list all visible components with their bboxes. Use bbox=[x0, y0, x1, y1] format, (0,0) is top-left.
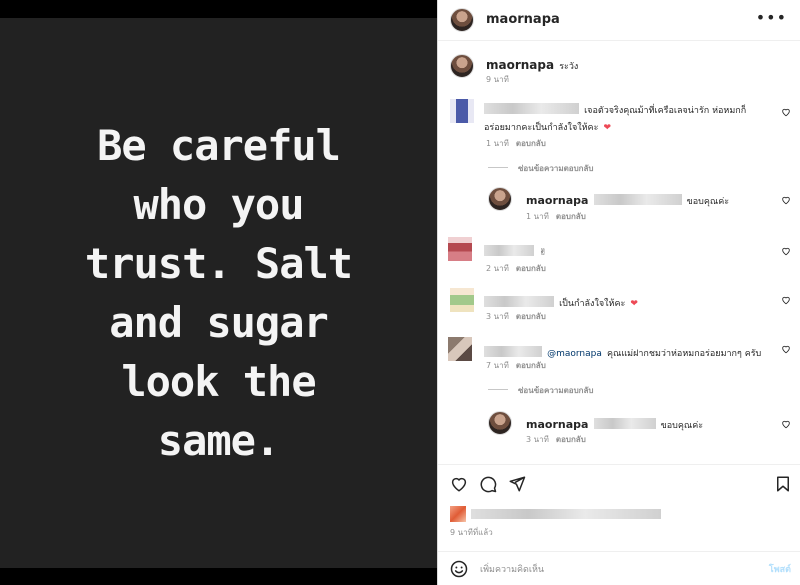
quote-line: trust. Salt bbox=[84, 239, 353, 288]
reply-meta: 1 นาที ตอบกลับ bbox=[526, 210, 586, 223]
reply-username[interactable]: maornapa bbox=[526, 418, 588, 431]
post-header: maornapa ••• bbox=[438, 0, 800, 41]
like-heart-icon[interactable] bbox=[450, 475, 468, 493]
caption-time[interactable]: 9 นาที bbox=[486, 73, 509, 86]
reply-time[interactable]: 3 นาที bbox=[526, 435, 549, 444]
reply-button[interactable]: ตอบกลับ bbox=[516, 361, 546, 370]
reply-text: ขอบคุณค่ะ bbox=[686, 197, 730, 207]
blurred-mention bbox=[593, 194, 682, 205]
comment-time[interactable]: 7 นาที bbox=[486, 361, 509, 370]
quote-line: and sugar bbox=[109, 298, 329, 347]
comment-time[interactable]: 1 นาที bbox=[486, 139, 509, 148]
comment-text: อร่อยมากคะเป็นกำลังใจให้คะ bbox=[484, 123, 599, 133]
hide-replies-button[interactable]: ซ่อนข้อความตอบกลับ bbox=[518, 384, 594, 397]
blurred-likes-text bbox=[471, 508, 662, 519]
heart-emoji: ❤ bbox=[603, 123, 612, 133]
add-comment-bar: เพิ่มความคิดเห็น โพสต์ bbox=[438, 551, 800, 585]
comment-meta: 3 นาที ตอบกลับ bbox=[486, 310, 546, 323]
reply-button[interactable]: ตอบกลับ bbox=[516, 264, 546, 273]
post-image[interactable]: Be careful who you trust. Salt and sugar… bbox=[0, 18, 437, 568]
quote-line: same. bbox=[157, 416, 280, 465]
hide-replies-button[interactable]: ซ่อนข้อความตอบกลับ bbox=[518, 162, 594, 175]
comment-time[interactable]: 3 นาที bbox=[486, 312, 509, 321]
mention-link[interactable]: @maornapa bbox=[547, 349, 602, 359]
post-time-ago[interactable]: 9 นาทีที่แล้ว bbox=[450, 526, 493, 539]
comment-meta: 1 นาที ตอบกลับ bbox=[486, 137, 546, 150]
blurred-username bbox=[484, 103, 579, 114]
blurred-mention bbox=[593, 418, 656, 429]
reply-button[interactable]: ตอบกลับ bbox=[556, 435, 586, 444]
add-comment-input[interactable]: เพิ่มความคิดเห็น bbox=[480, 562, 544, 576]
avatar[interactable] bbox=[488, 411, 512, 435]
avatar[interactable] bbox=[488, 187, 512, 211]
caption-username[interactable]: maornapa bbox=[486, 58, 554, 72]
like-comment-heart-icon[interactable] bbox=[781, 295, 791, 305]
like-comment-heart-icon[interactable] bbox=[781, 195, 791, 205]
quote-line: Be careful bbox=[97, 121, 341, 170]
share-paper-plane-icon[interactable] bbox=[508, 475, 526, 493]
post-side-panel: maornapa ••• maornapa ระวัง 9 นาที เจอตั… bbox=[437, 0, 800, 585]
more-options-icon[interactable]: ••• bbox=[756, 8, 787, 27]
reply-button[interactable]: ตอบกลับ bbox=[516, 312, 546, 321]
reply-username[interactable]: maornapa bbox=[526, 194, 588, 207]
liked-by-row[interactable] bbox=[450, 503, 662, 522]
quote-line: look the bbox=[121, 357, 316, 406]
like-comment-heart-icon[interactable] bbox=[781, 246, 791, 256]
quote-line: who you bbox=[133, 180, 304, 229]
comment-text: เจอตัวจริงคุณม้าที่เครือเลจน่ารัก ห่อหมก… bbox=[584, 106, 747, 116]
comment-time[interactable]: 2 นาที bbox=[486, 264, 509, 273]
like-comment-heart-icon[interactable] bbox=[781, 419, 791, 429]
commenter-avatar-pixelated[interactable] bbox=[448, 337, 472, 361]
like-comment-heart-icon[interactable] bbox=[781, 344, 791, 354]
reply-meta: 3 นาที ตอบกลับ bbox=[526, 433, 586, 446]
heart-emoji: ❤ bbox=[630, 299, 638, 309]
comment-meta: 7 นาที ตอบกลับ bbox=[486, 359, 546, 372]
hide-replies-line bbox=[488, 389, 508, 390]
comment-icon[interactable] bbox=[479, 475, 497, 493]
hide-replies-line bbox=[488, 167, 508, 168]
comment-text: ✌ bbox=[539, 248, 547, 258]
liker-avatar-pixelated[interactable] bbox=[450, 505, 466, 522]
header-username[interactable]: maornapa bbox=[486, 12, 560, 27]
reply-button[interactable]: ตอบกลับ bbox=[516, 139, 546, 148]
reply-text: ขอบคุณค่ะ bbox=[660, 421, 704, 431]
like-comment-heart-icon[interactable] bbox=[781, 107, 791, 117]
blurred-username bbox=[484, 296, 554, 307]
post-image-panel: Be careful who you trust. Salt and sugar… bbox=[0, 0, 437, 585]
comment-text: เป็นกำลังใจให้คะ bbox=[559, 299, 626, 309]
comment-text: คุณแม่ฝากชมว่าห่อหมกอร่อยมากๆ ครับ bbox=[606, 349, 762, 359]
avatar[interactable] bbox=[450, 8, 474, 32]
post-comment-button[interactable]: โพสต์ bbox=[769, 562, 791, 576]
reply-time[interactable]: 1 นาที bbox=[526, 212, 549, 221]
emoji-smile-icon[interactable] bbox=[450, 560, 468, 578]
bookmark-save-icon[interactable] bbox=[774, 475, 792, 493]
commenter-avatar-pixelated[interactable] bbox=[448, 237, 472, 261]
quote-text: Be careful who you trust. Salt and sugar… bbox=[9, 116, 429, 470]
reply-button[interactable]: ตอบกลับ bbox=[556, 212, 586, 221]
commenter-avatar-pixelated[interactable] bbox=[450, 99, 474, 123]
avatar[interactable] bbox=[450, 54, 474, 78]
blurred-username bbox=[484, 245, 534, 256]
caption-text: ระวัง bbox=[559, 62, 579, 72]
comments-list[interactable]: maornapa ระวัง 9 นาที เจอตัวจริงคุณม้าที… bbox=[438, 41, 800, 464]
commenter-avatar-pixelated[interactable] bbox=[450, 288, 474, 312]
blurred-username bbox=[484, 346, 542, 357]
comment-meta: 2 นาที ตอบกลับ bbox=[486, 262, 546, 275]
